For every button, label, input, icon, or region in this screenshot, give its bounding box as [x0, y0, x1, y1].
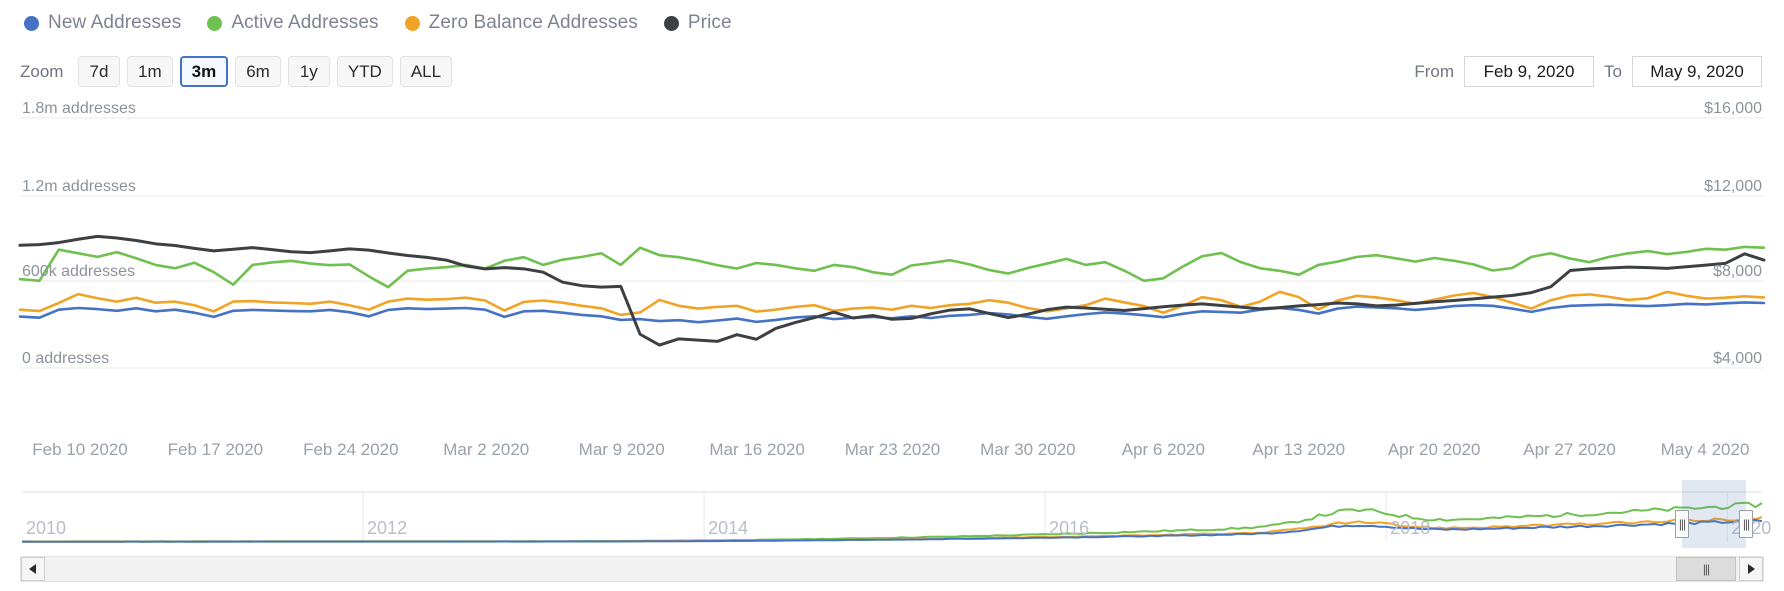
- x-axis-tick: Mar 2 2020: [443, 440, 529, 460]
- y-axis-left-tick: 1.2m addresses: [22, 178, 136, 196]
- y-axis-right-tick: $4,000: [1713, 350, 1762, 368]
- grip-handle-icon: |||: [1679, 518, 1685, 530]
- circle-marker-icon: [207, 16, 222, 31]
- x-axis-tick: Mar 16 2020: [709, 440, 804, 460]
- legend-item-label: New Addresses: [48, 12, 181, 34]
- zoom-button-1y[interactable]: 1y: [288, 56, 330, 87]
- x-axis-tick: Feb 17 2020: [168, 440, 263, 460]
- date-range-group: From Feb 9, 2020 To May 9, 2020: [1414, 56, 1762, 87]
- main-plot-area[interactable]: [0, 98, 1784, 410]
- navigator-year-label: 2014: [708, 518, 748, 539]
- circle-marker-icon: [24, 16, 39, 31]
- y-axis-left-tick: 0 addresses: [22, 350, 109, 368]
- navigator-year-label: 2016: [1049, 518, 1089, 539]
- navigator-svg: [0, 480, 1784, 552]
- x-axis-tick: Mar 23 2020: [845, 440, 940, 460]
- x-axis-tick: Apr 27 2020: [1523, 440, 1616, 460]
- zoom-button-1m[interactable]: 1m: [127, 56, 173, 87]
- bitcoin-addresses-chart-widget: New Addresses Active Addresses Zero Balanc…: [0, 0, 1784, 591]
- series-line-price: [20, 236, 1764, 345]
- legend-item-zero-balance-addresses[interactable]: Zero Balance Addresses: [405, 12, 638, 34]
- zoom-label: Zoom: [20, 62, 63, 82]
- legend-item-new-addresses[interactable]: New Addresses: [24, 12, 181, 34]
- legend-item-label: Active Addresses: [231, 12, 378, 34]
- x-axis-tick: Apr 13 2020: [1252, 440, 1345, 460]
- grip-handle-icon: |||: [1743, 518, 1749, 530]
- navigator-handle-left[interactable]: |||: [1675, 510, 1689, 538]
- to-date-input[interactable]: May 9, 2020: [1632, 56, 1762, 87]
- x-axis-labels: Feb 10 2020 Feb 17 2020 Feb 24 2020 Mar 2 2…: [0, 440, 1784, 468]
- navigator-handle-right[interactable]: |||: [1739, 510, 1753, 538]
- legend-item-active-addresses[interactable]: Active Addresses: [207, 12, 378, 34]
- legend-item-label: Zero Balance Addresses: [429, 12, 638, 34]
- to-label: To: [1604, 62, 1622, 82]
- plot-svg: [0, 98, 1784, 410]
- legend-item-price[interactable]: Price: [664, 12, 732, 34]
- scrollbar-thumb[interactable]: |||: [1676, 557, 1736, 581]
- zoom-button-group: 7d1m3m6m1yYTDALL: [78, 56, 452, 87]
- scroll-right-button[interactable]: [1739, 557, 1763, 581]
- triangle-right-icon: [1747, 564, 1755, 574]
- legend-item-label: Price: [688, 12, 732, 34]
- navigator-series-active-addresses: [22, 503, 1762, 542]
- zoom-button-7d[interactable]: 7d: [78, 56, 120, 87]
- x-axis-tick: Apr 6 2020: [1122, 440, 1205, 460]
- grip-handle-icon: |||: [1703, 562, 1709, 576]
- circle-marker-icon: [405, 16, 420, 31]
- navigator-selected-range[interactable]: [1682, 480, 1746, 548]
- from-label: From: [1414, 62, 1454, 82]
- x-axis-tick: Mar 9 2020: [579, 440, 665, 460]
- zoom-button-all[interactable]: ALL: [400, 56, 452, 87]
- x-axis-tick: Mar 30 2020: [980, 440, 1075, 460]
- zoom-button-6m[interactable]: 6m: [235, 56, 281, 87]
- y-axis-right-tick: $12,000: [1704, 178, 1762, 196]
- y-axis-left-tick: 600k addresses: [22, 263, 135, 281]
- x-axis-tick: Feb 10 2020: [32, 440, 127, 460]
- navigator-year-label: 2018: [1390, 518, 1430, 539]
- x-axis-tick: May 4 2020: [1661, 440, 1750, 460]
- triangle-left-icon: [29, 564, 37, 574]
- y-axis-right-tick: $8,000: [1713, 263, 1762, 281]
- zoom-button-3m[interactable]: 3m: [180, 56, 229, 87]
- range-selector-bar: Zoom 7d1m3m6m1yYTDALL From Feb 9, 2020 T…: [0, 52, 1784, 94]
- navigator-year-label: 2012: [367, 518, 407, 539]
- navigator-year-label: 2010: [26, 518, 66, 539]
- chart-legend: New Addresses Active Addresses Zero Balanc…: [24, 8, 758, 38]
- x-axis-tick: Feb 24 2020: [303, 440, 398, 460]
- zoom-button-ytd[interactable]: YTD: [337, 56, 393, 87]
- y-axis-right-tick: $16,000: [1704, 100, 1762, 118]
- circle-marker-icon: [664, 16, 679, 31]
- y-axis-left-tick: 1.8m addresses: [22, 100, 136, 118]
- from-date-input[interactable]: Feb 9, 2020: [1464, 56, 1594, 87]
- x-axis-tick: Apr 20 2020: [1388, 440, 1481, 460]
- chart-navigator[interactable]: 201020122014201620182020 ||| |||: [0, 480, 1784, 552]
- navigator-scrollbar[interactable]: |||: [20, 556, 1764, 582]
- scroll-left-button[interactable]: [21, 557, 45, 581]
